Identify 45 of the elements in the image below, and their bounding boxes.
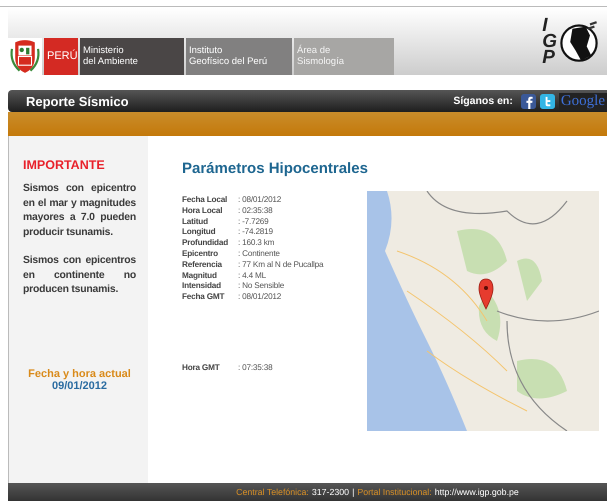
parameter-value: : 07:35:38 bbox=[238, 362, 272, 374]
parameter-value: : -7.7269 bbox=[238, 216, 269, 228]
parameter-value: : No Sensible bbox=[238, 281, 284, 292]
notice-text: Sismos con epicentros en continente no producen tsunamis. bbox=[23, 254, 136, 298]
agency-label[interactable]: Área de Sismología bbox=[294, 38, 394, 75]
current-date: 09/01/2012 bbox=[50, 380, 108, 392]
parameter-value: : 08/01/2012 bbox=[238, 292, 282, 303]
facebook-icon[interactable] bbox=[520, 94, 536, 108]
parameter-label: Referencia bbox=[182, 260, 224, 271]
follow-label: Síganos en: bbox=[453, 95, 513, 107]
parameter-value: : 08/01/2012 bbox=[238, 195, 282, 206]
logo-letter: I bbox=[542, 18, 548, 34]
logo-letter: P bbox=[542, 50, 555, 66]
parameter-label: Intensidad bbox=[182, 281, 222, 292]
section-title: Parámetros Hipocentrales bbox=[182, 160, 369, 177]
parameter-value: : 02:35:38 bbox=[238, 206, 272, 217]
logo-letter: G bbox=[542, 34, 557, 50]
parameter-label: Latitud bbox=[182, 216, 209, 228]
agency-label[interactable]: Ministerio del Ambiente bbox=[80, 38, 184, 75]
parameter-label: Hora GMT bbox=[182, 362, 221, 374]
google-groups-link[interactable]: Google bbox=[558, 92, 607, 110]
parameter-label: Hora Local bbox=[182, 206, 224, 217]
clock-label: Fecha y hora actual bbox=[27, 368, 132, 380]
parameter-label: Magnitud bbox=[182, 270, 218, 282]
important-heading: IMPORTANTE bbox=[23, 158, 106, 172]
footer-value: http://www.igp.gob.pe bbox=[434, 487, 519, 497]
parameter-label: Profundidad bbox=[182, 238, 230, 249]
separator-text: | bbox=[352, 487, 354, 497]
agency-label[interactable]: Instituto Geofísico del Perú bbox=[186, 38, 292, 75]
notice-text: Sismos con epicentro en el mar y magnitudes mayores a 7.0 pueden producir tsunamis. bbox=[23, 182, 136, 240]
parameter-value: : 4.4 ML bbox=[238, 270, 266, 282]
parameter-value: : 160.3 km bbox=[238, 238, 274, 249]
parameter-label: Longitud bbox=[182, 227, 216, 238]
twitter-icon[interactable] bbox=[540, 94, 555, 108]
parameter-value: : -74.2819 bbox=[238, 227, 273, 238]
parameter-value: : 77 Km al N de Pucallpa bbox=[238, 260, 324, 271]
parameter-label: Epicentro bbox=[182, 248, 219, 260]
footer-value: 317-2300 bbox=[312, 487, 350, 497]
agency-label[interactable]: PERÚ bbox=[44, 38, 78, 75]
parameter-label: Fecha GMT bbox=[182, 292, 226, 303]
footer-label: Portal Institucional: bbox=[357, 487, 432, 497]
page-title: Reporte Sísmico bbox=[26, 94, 129, 108]
parameter-label: Fecha Local bbox=[182, 195, 228, 206]
parameter-value: : Continente bbox=[238, 248, 280, 260]
footer-label: Central Telefónica: bbox=[236, 487, 309, 497]
